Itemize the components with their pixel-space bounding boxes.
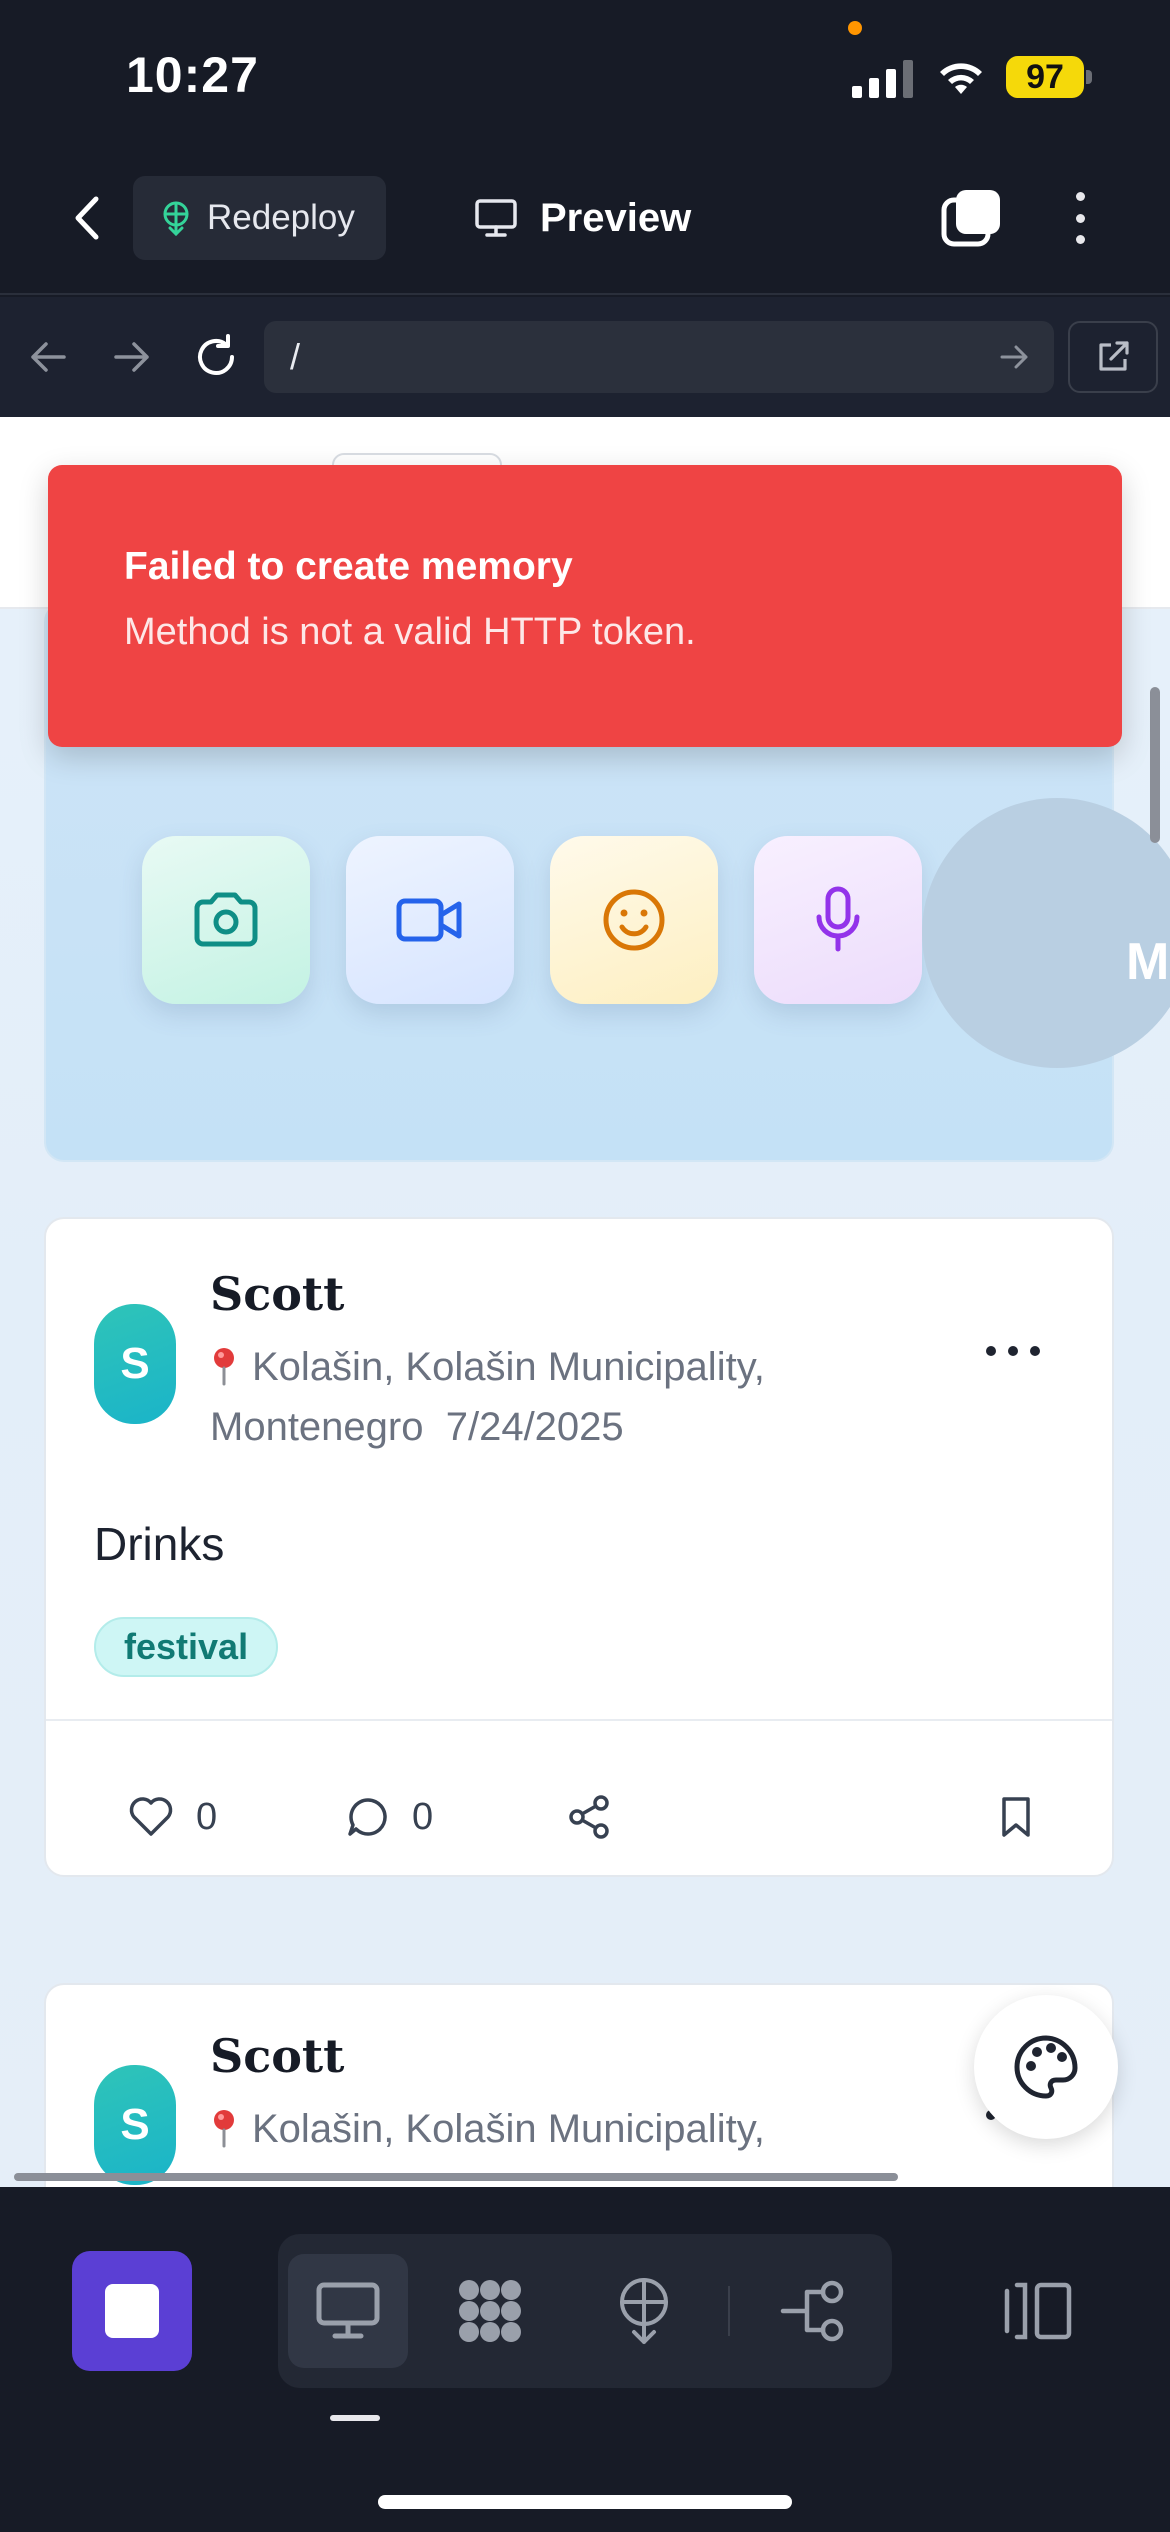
deploy-mode-button[interactable] [584, 2254, 704, 2368]
active-mode-indicator [330, 2415, 380, 2421]
status-bar: 10:27 97 [0, 0, 1170, 150]
bookmark-button[interactable] [998, 1787, 1034, 1847]
avatar[interactable]: S [94, 2065, 176, 2185]
redeploy-icon [163, 201, 189, 236]
like-count: 0 [196, 1795, 218, 1838]
preview-mode-button[interactable] [288, 2254, 408, 2368]
camera-indicator-dot [848, 21, 862, 35]
horizontal-scrollbar[interactable] [14, 2173, 898, 2181]
nav-forward-icon[interactable] [104, 329, 160, 385]
stop-icon [105, 2284, 159, 2338]
url-bar-row: / [0, 297, 1170, 417]
theme-palette-button[interactable] [974, 1995, 1118, 2139]
preview-button[interactable]: Preview [474, 176, 691, 260]
app-toolbar: Redeploy Preview [0, 150, 1170, 295]
share-button[interactable] [566, 1787, 612, 1847]
url-input[interactable]: / [264, 321, 1054, 393]
external-link-button[interactable] [1068, 321, 1158, 393]
smile-icon [603, 889, 665, 951]
toast-message: Method is not a valid HTTP token. [124, 611, 696, 653]
like-button[interactable]: 0 [128, 1787, 217, 1847]
tabs-icon[interactable] [940, 186, 1004, 250]
toast-title: Failed to create memory [124, 545, 573, 588]
memory-post: S Scott Kolašin, Kolašin Municipality, [44, 1983, 1114, 2187]
post-author[interactable]: Scott [210, 1267, 344, 1321]
mic-icon [816, 886, 860, 952]
home-indicator[interactable] [378, 2495, 792, 2509]
heart-icon [129, 1797, 173, 1836]
post-meta: Kolašin, Kolašin Municipality, Montenegr… [210, 1337, 910, 1457]
bookmark-icon [1002, 1797, 1030, 1837]
battery-level: 97 [1026, 57, 1064, 96]
add-video-button[interactable] [346, 836, 514, 1004]
record-memory-label: M [1126, 933, 1170, 991]
share-icon [569, 1795, 609, 1839]
apps-icon [459, 2280, 521, 2342]
panel-toggle-button[interactable] [980, 2247, 1096, 2375]
signal-icon [852, 60, 913, 98]
add-mood-button[interactable] [550, 836, 718, 1004]
nav-back-icon[interactable] [20, 329, 76, 385]
post-tag[interactable]: festival [94, 1617, 279, 1677]
back-button[interactable] [62, 188, 112, 248]
monitor-icon [475, 199, 517, 237]
battery-icon: 97 [1006, 56, 1084, 98]
location-pin-icon [214, 1348, 234, 1386]
vertical-scrollbar[interactable] [1150, 687, 1160, 843]
post-body: Drinks [94, 1518, 225, 1570]
workflow-icon [780, 2280, 844, 2342]
bottom-dock [0, 2187, 1170, 2532]
deploy-icon [620, 2278, 668, 2344]
reload-icon[interactable] [188, 329, 244, 385]
mode-switcher [278, 2234, 892, 2388]
comment-count: 0 [412, 1795, 434, 1838]
avatar[interactable]: S [94, 1304, 176, 1424]
comment-button[interactable]: 0 [346, 1787, 433, 1847]
go-icon[interactable] [994, 337, 1034, 377]
back-icon [75, 196, 99, 240]
external-link-icon [1099, 341, 1129, 371]
error-toast[interactable]: Failed to create memory Method is not a … [48, 465, 1122, 747]
panel-icon [1004, 2282, 1072, 2340]
apps-mode-button[interactable] [430, 2254, 550, 2368]
redeploy-button[interactable]: Redeploy [133, 176, 386, 260]
post-author[interactable]: Scott [210, 2029, 344, 2083]
workflow-mode-button[interactable] [754, 2254, 874, 2368]
stop-button[interactable] [72, 2251, 192, 2371]
record-memory-button[interactable]: M [922, 798, 1170, 1068]
add-photo-button[interactable] [142, 836, 310, 1004]
add-voice-button[interactable] [754, 836, 922, 1004]
redeploy-label: Redeploy [207, 198, 355, 237]
post-divider [46, 1719, 1112, 1721]
post-date: 7/24/2025 [445, 1405, 624, 1449]
video-icon [396, 898, 462, 942]
location-pin-icon [214, 2110, 234, 2148]
battery-tip [1086, 70, 1092, 84]
more-icon[interactable] [1058, 186, 1102, 250]
comment-icon [348, 1798, 387, 1836]
clock: 10:27 [126, 47, 259, 103]
camera-icon [194, 892, 258, 947]
post-more-icon[interactable] [986, 1339, 1040, 1363]
monitor-icon [316, 2282, 380, 2339]
palette-icon [1014, 2035, 1078, 2099]
preview-label: Preview [540, 195, 692, 240]
post-location: Kolašin, Kolašin Municipality, [252, 2107, 765, 2151]
post-meta: Kolašin, Kolašin Municipality, [210, 2099, 910, 2159]
memory-post: S Scott Kolašin, Kolašin Municipality, M… [44, 1217, 1114, 1877]
url-text: / [290, 336, 301, 377]
mode-separator [728, 2286, 730, 2336]
wifi-icon [940, 63, 982, 94]
